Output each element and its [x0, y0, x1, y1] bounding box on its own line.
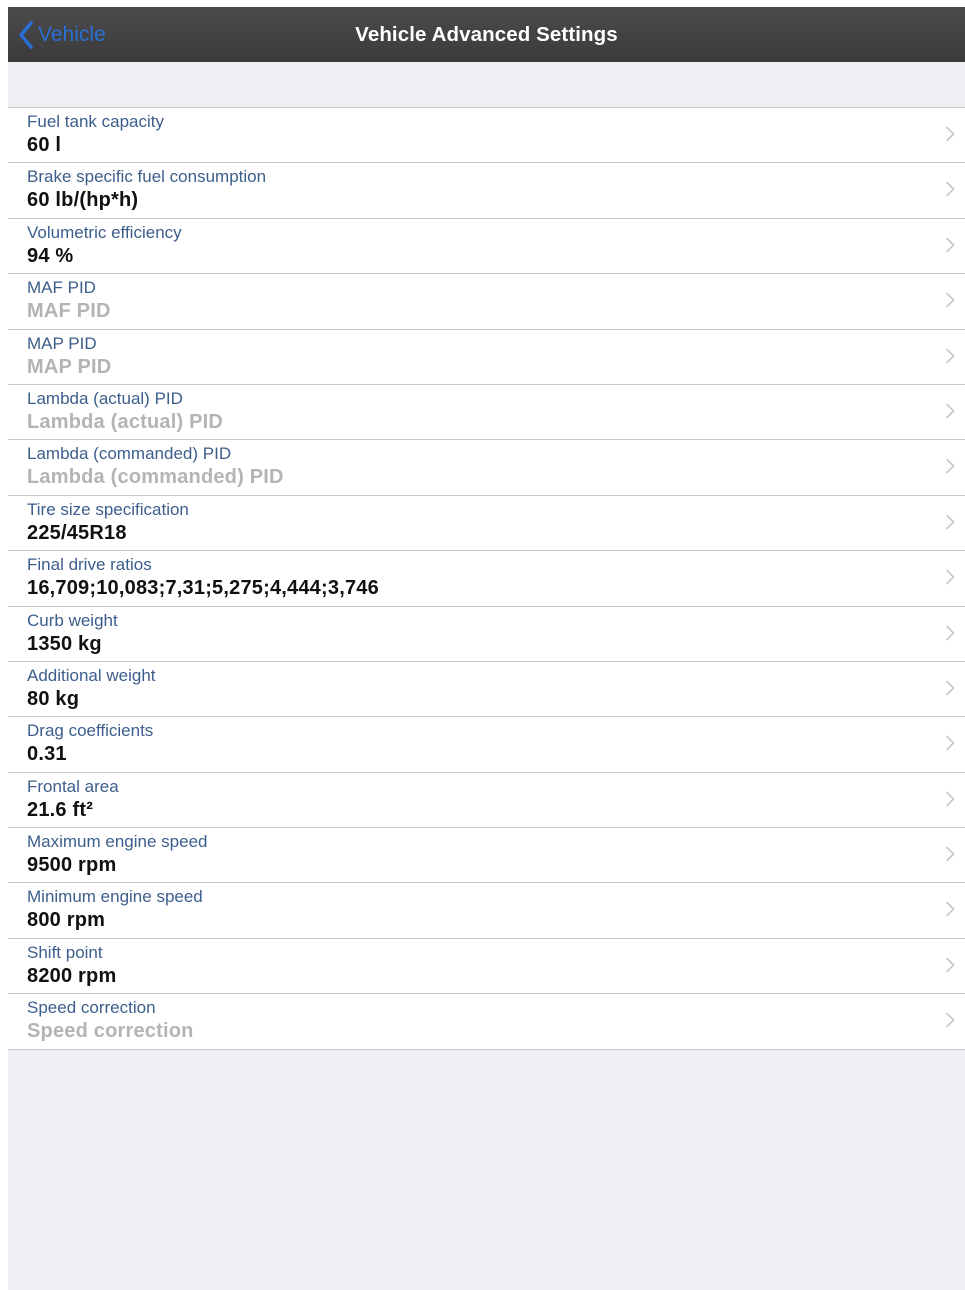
setting-value: 0.31	[27, 743, 67, 766]
chevron-right-icon	[946, 514, 955, 530]
chevron-right-icon	[946, 791, 955, 806]
settings-row-10[interactable]: Additional weight 80 kg	[8, 662, 965, 718]
settings-row-7[interactable]: Tire size specification 225/45R18	[8, 496, 965, 552]
chevron-right-icon	[946, 292, 955, 308]
chevron-right-icon	[946, 1012, 955, 1028]
setting-label: Curb weight	[27, 610, 118, 630]
settings-row-16[interactable]: Speed correction Speed correction	[8, 994, 965, 1050]
setting-label: Speed correction	[27, 998, 156, 1018]
setting-label: Final drive ratios	[27, 555, 152, 575]
setting-label: Maximum engine speed	[27, 832, 208, 852]
setting-label: MAF PID	[27, 278, 96, 298]
setting-label: Drag coefficients	[27, 721, 154, 741]
settings-row-8[interactable]: Final drive ratios 16,709;10,083;7,31;5,…	[8, 551, 965, 607]
settings-row-15[interactable]: Shift point 8200 rpm	[8, 939, 965, 995]
chevron-right-icon	[946, 126, 955, 142]
setting-value: Lambda (actual) PID	[27, 410, 224, 433]
setting-label: Lambda (actual) PID	[27, 388, 183, 408]
setting-value: 9500 rpm	[27, 854, 117, 877]
settings-row-9[interactable]: Curb weight 1350 kg	[8, 607, 965, 662]
setting-value: 800 rpm	[27, 909, 106, 932]
chevron-right-icon	[946, 569, 955, 585]
setting-value: 60 l	[27, 134, 62, 156]
chevron-right-icon	[946, 237, 955, 253]
setting-value: 60 lb/(hp*h)	[27, 189, 139, 212]
settings-row-12[interactable]: Frontal area 21.6 ft²	[8, 773, 965, 829]
navigation-bar: Vehicle Vehicle Advanced Settings	[8, 7, 965, 62]
setting-value: 8200 rpm	[27, 964, 117, 987]
page-title: Vehicle Advanced Settings	[355, 23, 618, 46]
setting-value: 21.6 ft²	[27, 798, 94, 821]
setting-label: MAP PID	[27, 333, 97, 353]
settings-row-2[interactable]: Volumetric efficiency 94 %	[8, 219, 965, 275]
chevron-right-icon	[946, 680, 955, 696]
back-button[interactable]: Vehicle	[18, 7, 106, 62]
setting-value: Speed correction	[27, 1020, 194, 1043]
chevron-right-icon	[946, 846, 955, 862]
settings-screen: Vehicle Vehicle Advanced Settings Fuel t…	[8, 7, 965, 1290]
setting-label: Lambda (commanded) PID	[27, 444, 232, 464]
setting-value: 1350 kg	[27, 632, 102, 655]
chevron-right-icon	[946, 348, 955, 363]
setting-label: Additional weight	[27, 665, 156, 685]
chevron-right-icon	[946, 902, 955, 917]
setting-label: Frontal area	[27, 776, 119, 796]
setting-value: 94 %	[27, 244, 74, 267]
setting-label: Brake specific fuel consumption	[27, 167, 267, 187]
chevron-right-icon	[946, 735, 955, 751]
chevron-right-icon	[946, 625, 955, 640]
chevron-right-icon	[946, 182, 955, 197]
chevron-right-icon	[946, 957, 955, 973]
settings-row-1[interactable]: Brake specific fuel consumption 60 lb/(h…	[8, 163, 965, 219]
settings-row-0[interactable]: Fuel tank capacity 60 l	[8, 108, 965, 164]
setting-label: Volumetric efficiency	[27, 222, 182, 242]
setting-value: MAP PID	[27, 355, 112, 378]
setting-label: Shift point	[27, 942, 103, 962]
back-button-label: Vehicle	[38, 22, 106, 46]
chevron-right-icon	[946, 403, 955, 419]
chevron-right-icon	[946, 459, 955, 474]
settings-row-5[interactable]: Lambda (actual) PID Lambda (actual) PID	[8, 385, 965, 441]
setting-value: Lambda (commanded) PID	[27, 466, 284, 489]
setting-label: Tire size specification	[27, 499, 189, 519]
setting-label: Fuel tank capacity	[27, 112, 165, 131]
settings-row-13[interactable]: Maximum engine speed 9500 rpm	[8, 828, 965, 884]
setting-value: MAF PID	[27, 300, 111, 323]
setting-value: 80 kg	[27, 687, 80, 710]
setting-value: 16,709;10,083;7,31;5,275;4,444;3,746	[27, 577, 379, 600]
chevron-left-icon	[18, 20, 34, 49]
settings-row-11[interactable]: Drag coefficients 0.31	[8, 717, 965, 773]
settings-row-14[interactable]: Minimum engine speed 800 rpm	[8, 883, 965, 939]
settings-row-3[interactable]: MAF PID MAF PID	[8, 274, 965, 330]
settings-row-6[interactable]: Lambda (commanded) PID Lambda (commanded…	[8, 440, 965, 496]
setting-value: 225/45R18	[27, 521, 127, 544]
settings-row-4[interactable]: MAP PID MAP PID	[8, 330, 965, 385]
setting-label: Minimum engine speed	[27, 887, 203, 907]
settings-list: Fuel tank capacity 60 l Brake specific f…	[8, 107, 965, 1050]
